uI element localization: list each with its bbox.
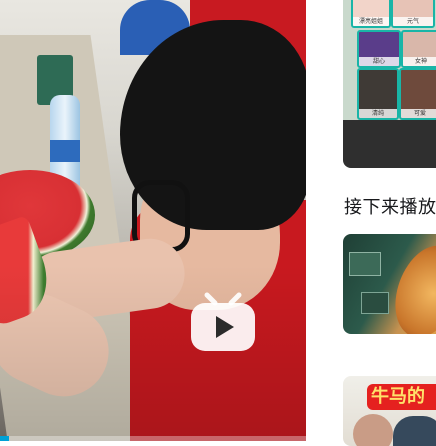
- video-progress-fill: [0, 436, 10, 441]
- video-player[interactable]: [0, 0, 306, 441]
- recommended-video-thumbnail-circuit-board[interactable]: [343, 234, 436, 334]
- recommended-video-thumbnail-badge[interactable]: 牛马的: [343, 376, 436, 446]
- recommended-video-thumbnail-top[interactable]: 漂亮姐姐 元气 甜心 女神 清纯 可爱: [343, 0, 436, 168]
- thumb-grid-cell: 清纯: [357, 68, 399, 120]
- video-frame-shade: [0, 0, 306, 441]
- video-progress-bar[interactable]: [0, 436, 306, 441]
- thumb-bottom-strip: [343, 120, 436, 168]
- thumb-grid-cell: 可爱: [399, 68, 436, 120]
- thumb-grid-tag: 漂亮姐姐: [353, 17, 389, 26]
- up-next-title: 接下来播放: [344, 197, 436, 218]
- thumb-grid-cell: 女神: [401, 30, 436, 68]
- thumb-person: [353, 414, 393, 446]
- play-icon[interactable]: [189, 291, 257, 353]
- thumb-grid-cell: 漂亮姐姐: [351, 0, 391, 28]
- thumb-grid-tag: 甜心: [359, 57, 399, 66]
- thumb-grid-cell: 元气: [391, 0, 435, 28]
- thumb-grid-tag: 清纯: [359, 109, 397, 118]
- thumb-grid-tag: 女神: [403, 57, 436, 66]
- thumb-grid-tag: 元气: [393, 17, 433, 26]
- thumb-chip: [361, 292, 389, 314]
- thumb-copper-coil: [383, 236, 436, 334]
- thumb-grid-cell: 甜心: [357, 30, 401, 68]
- thumb-grid-tag: 可爱: [401, 109, 436, 118]
- thumb-badge-text: 牛马的: [367, 384, 436, 410]
- thumb-person: [393, 416, 436, 446]
- thumb-chip: [349, 252, 381, 276]
